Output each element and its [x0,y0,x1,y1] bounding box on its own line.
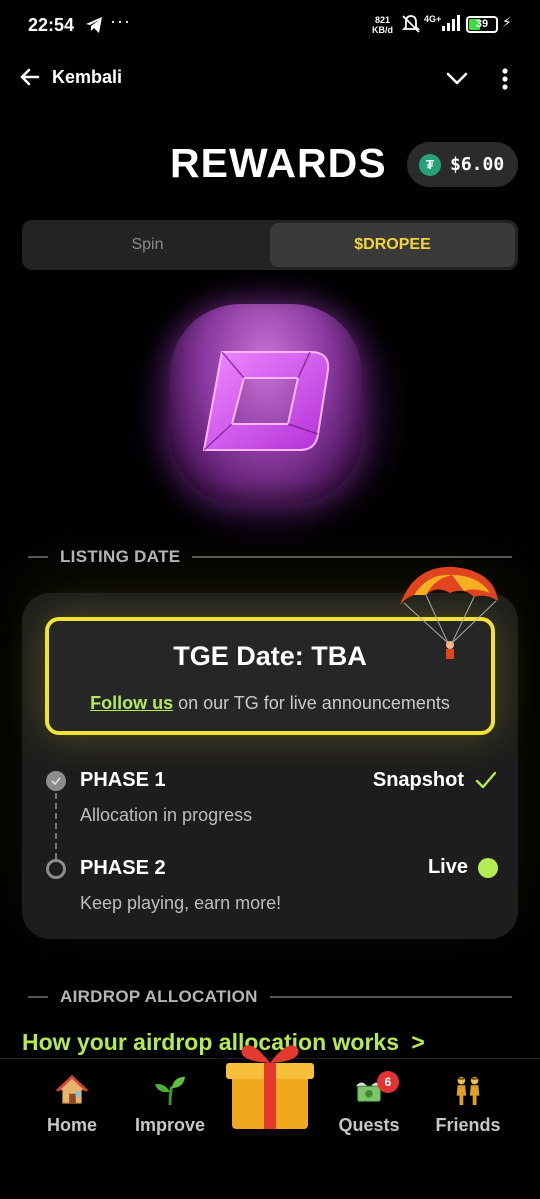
money-wings-icon [319,1071,419,1109]
phase-1-status: Snapshot [373,768,498,792]
chevron-down-icon[interactable] [444,66,470,92]
listing-date-header: LISTING DATE [28,547,512,567]
parachute-icon [400,566,498,659]
check-icon [475,771,497,789]
live-dot-icon [478,857,498,878]
tge-subtitle: Follow us on our TG for live announcemen… [90,693,450,713]
back-label: Kembali [52,66,123,87]
nav-friends[interactable]: Friends [418,1071,518,1136]
sprout-icon [120,1071,220,1109]
quests-badge: 6 [377,1071,399,1093]
nav-quests[interactable]: 6 Quests [319,1071,419,1136]
mute-icon [401,15,421,33]
phase-2-dot [46,859,66,879]
phase-2-status: Live [428,856,498,879]
gift-icon[interactable] [220,1033,320,1133]
more-dots-icon: ··· [110,11,131,31]
phase-1-desc: Allocation in progress [80,805,253,825]
signal-icon [442,15,460,31]
phase-2-name: PHASE 2 [80,857,166,879]
more-vertical-icon[interactable] [494,66,516,92]
reward-tabs: Spin $DROPEE [22,220,518,270]
phase-1-check-dot [46,771,66,791]
tab-dropee[interactable]: $DROPEE [270,223,515,267]
tab-spin[interactable]: Spin [25,223,270,267]
telegram-icon [86,17,102,33]
listing-card: TGE Date: TBA Follow us on our TG for li… [22,566,518,939]
chevron-right-icon: > [411,1029,425,1055]
balance-pill[interactable]: ₮ $6.00 [407,142,518,187]
usdt-icon: ₮ [419,153,441,176]
status-bar: 22:54 ··· 821 KB/d 4G+ 39 ⚡ [0,0,540,52]
dropee-logo-area [134,276,406,544]
network-speed: 821 KB/d [372,15,393,35]
phase-2-desc: Keep playing, earn more! [80,893,282,913]
bottom-nav: Home Improve 6 Quests Friends [0,1045,540,1199]
back-button[interactable]: Kembali [18,65,122,89]
dropee-logo [170,304,362,504]
phase-1-name: PHASE 1 [80,769,166,791]
airdrop-allocation-label: AIRDROP ALLOCATION [60,987,258,1006]
top-nav: Kembali [0,56,540,102]
airdrop-allocation-header: AIRDROP ALLOCATION [28,987,512,1007]
charging-icon: ⚡ [502,14,512,30]
nav-improve[interactable]: Improve [120,1071,220,1136]
page-title: REWARDS [170,140,387,186]
phase-connector [55,793,57,859]
arrow-left-icon [20,68,40,86]
phase-1: PHASE 1 Allocation in progress Snapshot [42,769,498,829]
follow-us-link[interactable]: Follow us [90,693,173,713]
friends-icon [418,1071,518,1109]
dropee-d-icon [202,351,330,451]
nav-home[interactable]: Home [22,1071,122,1136]
phase-2: PHASE 2 Keep playing, earn more! Live [42,856,498,917]
listing-date-label: LISTING DATE [60,547,181,566]
battery-icon: 39 [466,16,498,33]
network-type: 4G+ [424,14,442,24]
balance-amount: $6.00 [450,154,505,175]
status-time: 22:54 [28,15,75,35]
house-icon [22,1071,122,1109]
